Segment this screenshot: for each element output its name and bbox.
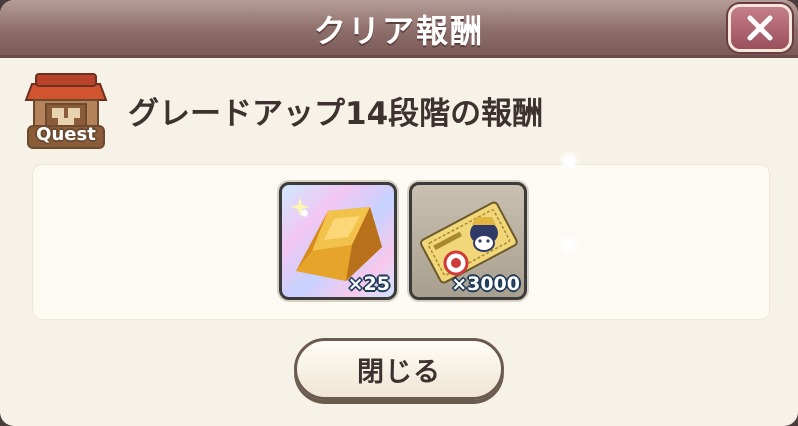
dialog-title: クリア報酬	[313, 12, 484, 50]
reward-item-ticket[interactable]: ×3000	[409, 182, 527, 300]
reward-count: ×25	[347, 273, 390, 295]
close-button[interactable]: 閉じる	[294, 338, 504, 400]
reward-header: Quest グレードアップ14段階の報酬	[24, 70, 764, 150]
reward-title: グレードアップ14段階の報酬	[128, 96, 544, 132]
reward-count: ×3000	[451, 273, 520, 295]
close-x-button[interactable]	[728, 4, 792, 52]
sparkle-decoration	[564, 156, 574, 166]
title-bar: クリア報酬	[0, 0, 798, 58]
quest-label: Quest	[36, 124, 96, 145]
reward-panel: ×25 ×3000	[32, 164, 770, 320]
sparkle-decoration	[564, 240, 574, 250]
close-x-icon	[747, 15, 773, 41]
reward-dialog: クリア報酬 Quest グレードアップ14段階の報酬 ×25 ×3000 閉じる	[0, 0, 798, 426]
reward-item-gold[interactable]: ×25	[279, 182, 397, 300]
